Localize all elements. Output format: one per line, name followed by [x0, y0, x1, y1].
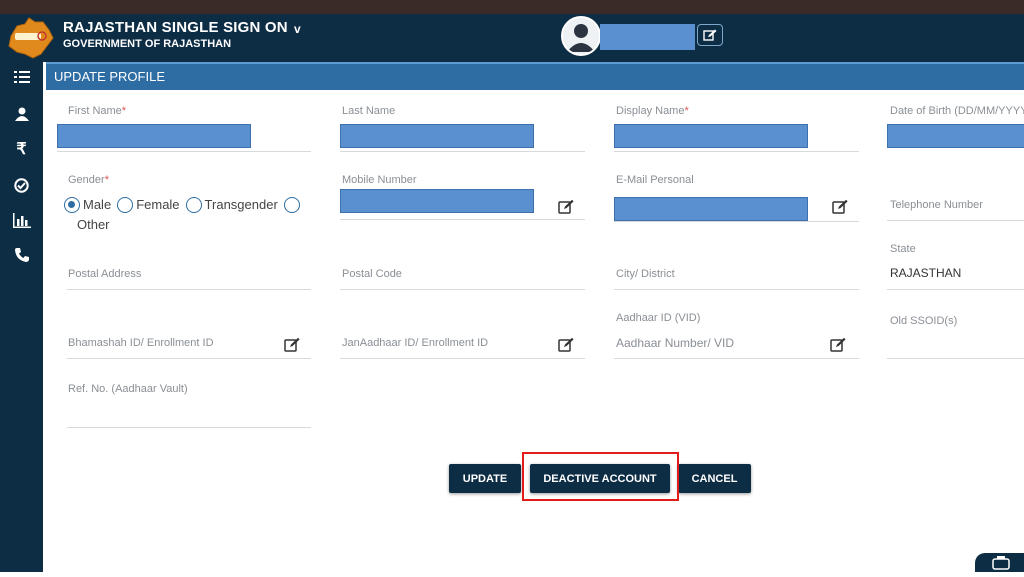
top-strip [0, 0, 1024, 14]
aadhaar-input[interactable]: Aadhaar Number/ VID [616, 336, 734, 350]
app-title-dropdown[interactable]: v [294, 22, 301, 36]
gender-transgender-radio[interactable] [185, 196, 202, 213]
gender-male-radio[interactable] [64, 196, 80, 213]
janaadhaar-underline [340, 358, 585, 359]
bhamashah-label: Bhamashah ID/ Enrollment ID [68, 337, 214, 349]
ref-no-label: Ref. No. (Aadhaar Vault) [68, 383, 188, 395]
old-ssoid-underline[interactable] [887, 358, 1024, 359]
mobile-label: Mobile Number [342, 174, 417, 186]
mobile-input[interactable] [340, 189, 534, 213]
gender-label: Gender* [68, 174, 109, 186]
gender-male-label: Male [83, 196, 112, 212]
state-value[interactable]: RAJASTHAN [890, 266, 961, 280]
postal-address-underline[interactable] [67, 289, 311, 290]
gender-other-label: Other [77, 217, 110, 233]
update-button[interactable]: UPDATE [449, 464, 521, 493]
first-name-input[interactable] [57, 124, 251, 148]
rupee-icon[interactable]: ₹ [0, 134, 43, 164]
check-circle-icon[interactable] [0, 170, 43, 200]
city-underline[interactable] [614, 289, 859, 290]
menu-list-icon[interactable] [0, 62, 43, 92]
mobile-underline [340, 219, 585, 220]
last-name-label: Last Name [342, 105, 396, 117]
dob-input[interactable] [887, 124, 1024, 148]
rajasthan-logo [3, 16, 55, 60]
display-name-underline [614, 151, 859, 152]
state-label: State [890, 243, 916, 255]
app-subtitle: GOVERNMENT OF RAJASTHAN [63, 38, 232, 50]
aadhaar-underline [614, 358, 859, 359]
app-title: RAJASTHAN SINGLE SIGN ON [63, 19, 288, 36]
panel-title: UPDATE PROFILE [54, 69, 166, 84]
mobile-edit-icon[interactable] [558, 199, 574, 215]
sidebar: ₹ [0, 62, 43, 572]
last-name-underline [340, 151, 585, 152]
email-underline [614, 221, 859, 222]
telephone-label: Telephone Number [890, 199, 983, 211]
janaadhaar-edit-icon[interactable] [558, 337, 574, 353]
gender-female-label: Female [136, 196, 180, 212]
gender-transgender-label: Transgender [204, 196, 278, 212]
janaadhaar-label: JanAadhaar ID/ Enrollment ID [342, 337, 489, 349]
ref-no-underline[interactable] [67, 427, 311, 428]
phone-icon[interactable] [0, 240, 43, 270]
postal-code-label: Postal Code [342, 268, 402, 280]
old-ssoid-label: Old SSOID(s) [890, 315, 958, 327]
user-avatar[interactable] [561, 16, 601, 56]
user-icon[interactable] [0, 99, 43, 129]
chat-widget-icon[interactable] [975, 553, 1024, 572]
gender-radio-group: Male Female Transgender Other [64, 194, 314, 235]
display-name-input[interactable] [614, 124, 808, 148]
dob-label: Date of Birth (DD/MM/YYYY [890, 105, 1024, 117]
city-label: City/ District [616, 268, 675, 280]
first-name-underline [57, 151, 311, 152]
bhamashah-underline [67, 358, 311, 359]
aadhaar-label: Aadhaar ID (VID) [616, 312, 701, 324]
email-label: E-Mail Personal [616, 174, 694, 186]
aadhaar-edit-icon[interactable] [830, 337, 846, 353]
postal-code-underline[interactable] [340, 289, 585, 290]
gender-female-radio[interactable] [117, 196, 134, 213]
highlight-annotation [522, 452, 679, 501]
first-name-label: First Name* [68, 105, 127, 117]
panel-header: UPDATE PROFILE [46, 62, 1024, 90]
telephone-underline [887, 220, 1024, 221]
email-edit-icon[interactable] [832, 199, 848, 215]
cancel-button[interactable]: CANCEL [678, 464, 751, 493]
postal-address-label: Postal Address [68, 268, 142, 280]
edit-icon[interactable] [697, 24, 723, 46]
app-header: RAJASTHAN SINGLE SIGN ON v GOVERNMENT OF… [0, 14, 1024, 62]
username-redacted [600, 24, 695, 50]
state-underline [887, 289, 1024, 290]
last-name-input[interactable] [340, 124, 534, 148]
email-input[interactable] [614, 197, 808, 221]
bar-chart-icon[interactable] [0, 205, 43, 235]
gender-other-radio[interactable] [283, 196, 300, 213]
display-name-label: Display Name* [616, 105, 689, 117]
bhamashah-edit-icon[interactable] [284, 337, 300, 353]
